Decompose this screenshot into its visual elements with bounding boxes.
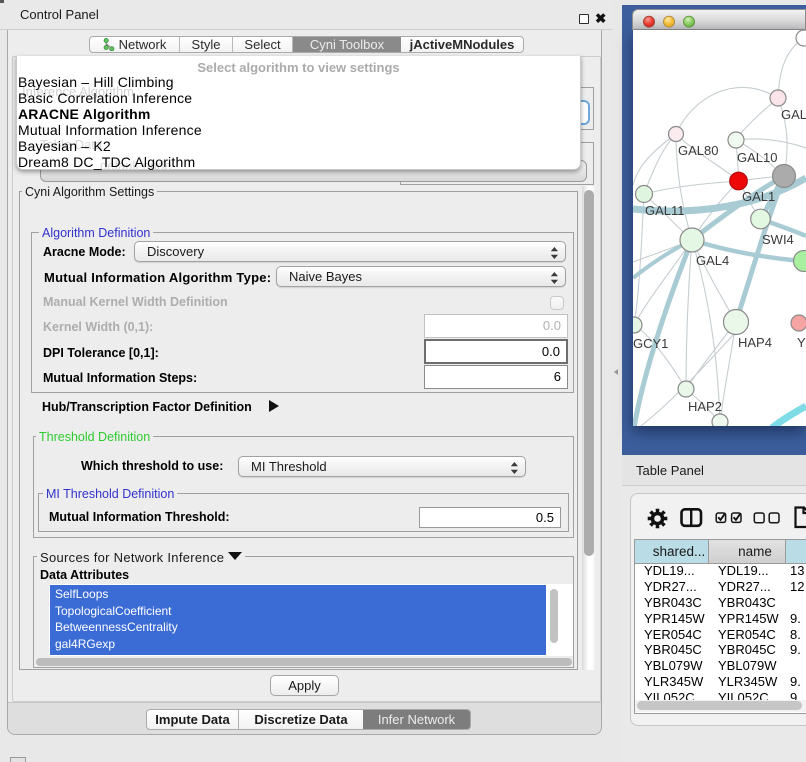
svg-text:GAL1: GAL1 — [742, 189, 775, 204]
svg-text:GAL4: GAL4 — [696, 253, 729, 268]
svg-text:GAL7: GAL7 — [781, 107, 806, 122]
svg-text:HAP4: HAP4 — [738, 335, 772, 350]
svg-text:GAL11: GAL11 — [645, 203, 685, 218]
svg-text:GCY1: GCY1 — [633, 336, 668, 351]
svg-text:HAP2: HAP2 — [688, 399, 722, 414]
svg-text:SWI4: SWI4 — [762, 232, 794, 247]
svg-text:GAL80: GAL80 — [678, 143, 718, 158]
svg-text:GAL10: GAL10 — [737, 150, 777, 165]
svg-text:Y: Y — [797, 335, 806, 350]
